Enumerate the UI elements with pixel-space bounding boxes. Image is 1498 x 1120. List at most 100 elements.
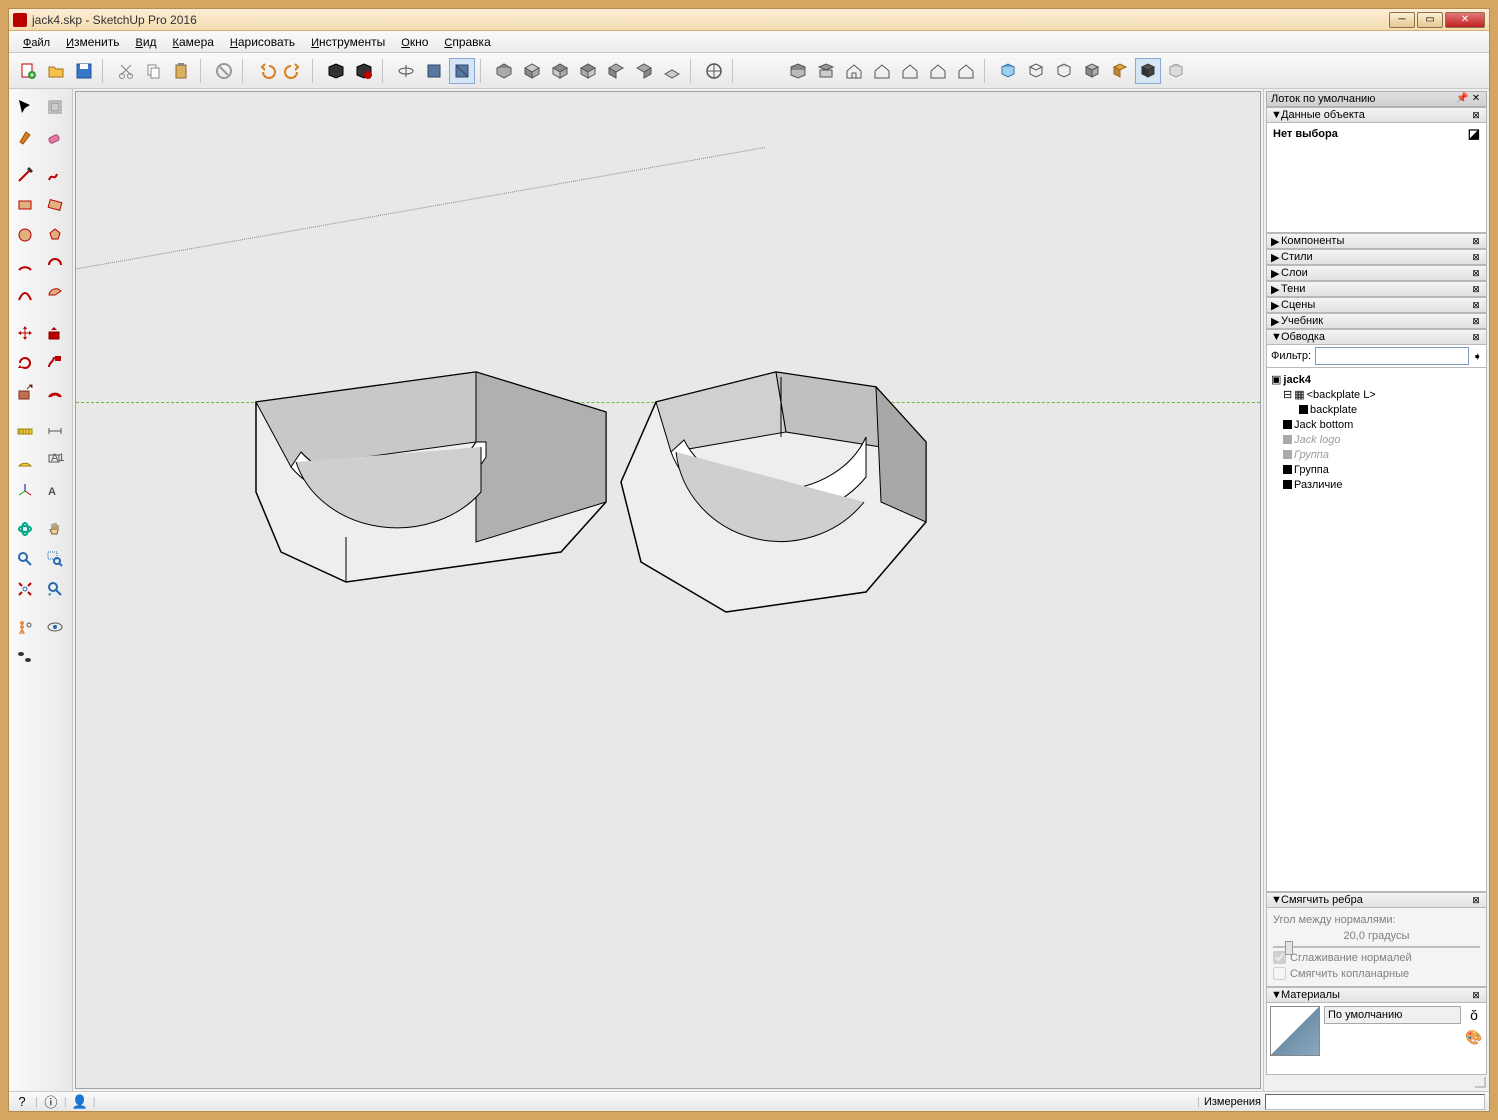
tape-icon[interactable] [11,417,39,445]
tree-item[interactable]: Группа [1271,447,1482,462]
panel-close-icon[interactable]: ⊠ [1470,332,1482,343]
tree-item[interactable]: Группа [1271,462,1482,477]
pie-icon[interactable] [41,281,69,309]
panel-close-icon[interactable]: ⊠ [1470,236,1482,247]
3dtext-icon[interactable]: A [41,477,69,505]
rotate-icon[interactable] [11,349,39,377]
material-sample-icon[interactable]: ŏ [1465,1006,1483,1024]
soft-coplanar-checkbox[interactable] [1273,967,1286,980]
camera-icon[interactable] [785,58,811,84]
panel-components-header[interactable]: ▶Компоненты⊠ [1266,233,1487,249]
dimension-icon[interactable] [41,417,69,445]
pushpull-icon[interactable] [41,319,69,347]
zoom2-icon[interactable] [11,545,39,573]
panel-shadows-header[interactable]: ▶Тени⊠ [1266,281,1487,297]
fog-icon[interactable] [1163,58,1189,84]
pan-icon[interactable] [421,58,447,84]
component-icon[interactable] [41,93,69,121]
top-icon[interactable] [519,58,545,84]
prev-icon[interactable] [41,575,69,603]
pan2-icon[interactable] [41,515,69,543]
line-icon[interactable] [11,161,39,189]
panel-styles-header[interactable]: ▶Стили⊠ [1266,249,1487,265]
polygon-icon[interactable] [41,221,69,249]
menu-edit[interactable]: Изменить [58,33,127,51]
copy-icon[interactable] [141,58,167,84]
tray-close-icon[interactable]: ✕ [1470,93,1482,105]
menu-window[interactable]: Окно [393,33,436,51]
erase-icon[interactable] [211,58,237,84]
viewport[interactable] [75,91,1261,1089]
extents-icon[interactable] [701,58,727,84]
panel-entity-header[interactable]: ▼ Данные объекта ⊠ [1266,107,1487,123]
material-create-icon[interactable]: 🎨 [1465,1028,1483,1046]
wireframe-icon[interactable] [1023,58,1049,84]
axes-icon[interactable] [11,477,39,505]
rotrect-icon[interactable] [41,191,69,219]
arc-icon[interactable] [11,251,39,279]
redo-icon[interactable] [281,58,307,84]
user-icon[interactable]: 👤 [71,1093,89,1111]
followme-icon[interactable] [41,349,69,377]
maximize-button[interactable]: ▭ [1417,12,1443,28]
section-icon[interactable] [41,643,69,671]
zoom-icon[interactable] [449,58,475,84]
tree-item[interactable]: Jack bottom [1271,417,1482,432]
move-icon[interactable] [11,319,39,347]
entity-options-icon[interactable]: ◪ [1468,126,1480,142]
house2-icon[interactable] [869,58,895,84]
tree-item[interactable]: ⊟▦<backplate L> [1271,387,1482,402]
arc2-icon[interactable] [41,251,69,279]
material-swatch[interactable] [1270,1006,1320,1056]
panel-close-icon[interactable]: ⊠ [1470,110,1482,121]
menu-help[interactable]: Справка [436,33,498,51]
menu-camera[interactable]: Камера [165,33,222,51]
textured-icon[interactable] [1107,58,1133,84]
collapse-icon[interactable]: ⊟ [1283,388,1292,401]
print-icon[interactable] [323,58,349,84]
undo-icon[interactable] [253,58,279,84]
panel-close-icon[interactable]: ⊠ [1470,284,1482,295]
paint-icon[interactable] [11,123,39,151]
iso-icon[interactable] [491,58,517,84]
position-icon[interactable] [11,613,39,641]
house4-icon[interactable] [925,58,951,84]
text-icon[interactable]: A1 [41,447,69,475]
panel-instructor-header[interactable]: ▶Учебник⊠ [1266,313,1487,329]
filter-input[interactable] [1315,347,1469,365]
panel-soften-header[interactable]: ▼Смягчить ребра⊠ [1266,892,1487,908]
menu-view[interactable]: Вид [127,33,164,51]
menu-tools[interactable]: Инструменты [303,33,393,51]
filter-arrow-icon[interactable]: ➧ [1473,350,1482,363]
orbit2-icon[interactable] [11,515,39,543]
mono-icon[interactable] [1135,58,1161,84]
material-name-input[interactable] [1324,1006,1461,1024]
xray-icon[interactable] [995,58,1021,84]
scale-icon[interactable] [11,379,39,407]
protractor-icon[interactable] [11,447,39,475]
tree-item[interactable]: Различие [1271,477,1482,492]
right-icon[interactable] [575,58,601,84]
panel-outliner-header[interactable]: ▼Обводка⊠ [1266,329,1487,345]
shaded-icon[interactable] [1079,58,1105,84]
select-icon[interactable] [11,93,39,121]
walk2-icon[interactable] [11,643,39,671]
help-icon[interactable]: ? [13,1093,31,1111]
lookaround-icon[interactable] [41,613,69,641]
hidden-icon[interactable] [1051,58,1077,84]
new-icon[interactable] [15,58,41,84]
bottom-icon[interactable] [659,58,685,84]
house3-icon[interactable] [897,58,923,84]
measurements-input[interactable] [1265,1094,1485,1110]
tree-item[interactable]: Jack logo [1271,432,1482,447]
menu-draw[interactable]: Нарисовать [222,33,303,51]
paste-icon[interactable] [169,58,195,84]
panel-close-icon[interactable]: ⊠ [1470,316,1482,327]
minimize-button[interactable]: ─ [1389,12,1415,28]
panel-close-icon[interactable]: ⊠ [1470,300,1482,311]
front-icon[interactable] [547,58,573,84]
tree-item[interactable]: backplate [1271,402,1482,417]
menu-file[interactable]: Файл [15,33,58,51]
walk-icon[interactable] [813,58,839,84]
close-button[interactable]: ✕ [1445,12,1485,28]
